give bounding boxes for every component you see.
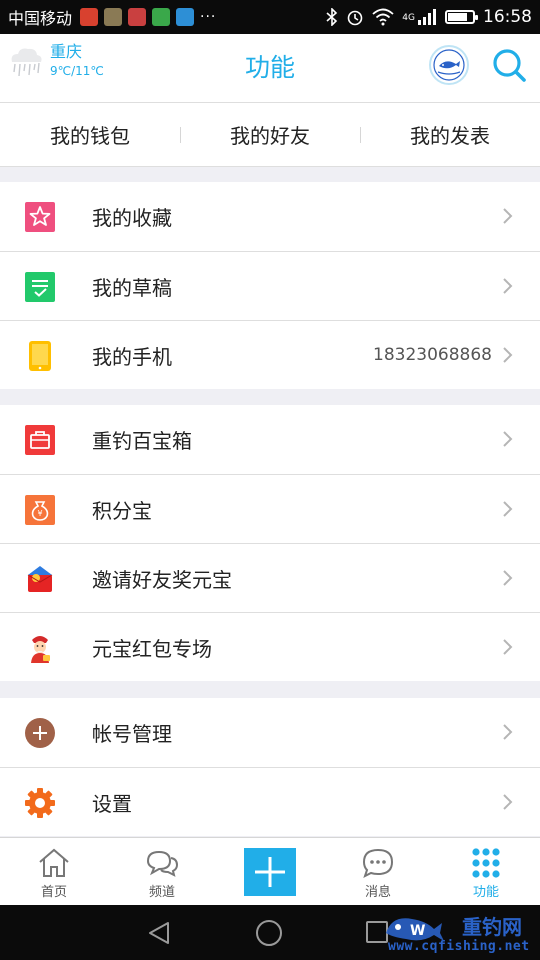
nav-label: 首页 (40, 885, 67, 900)
nav-channel[interactable]: 频道 (108, 838, 216, 906)
fishing-logo-icon[interactable] (429, 45, 469, 85)
grid-icon (468, 846, 504, 880)
tab-friends[interactable]: 我的好友 (180, 103, 360, 166)
red-envelope-icon (24, 563, 56, 595)
nav-add-button[interactable] (216, 838, 324, 906)
chevron-right-icon (503, 501, 513, 517)
nav-home[interactable]: 首页 (0, 838, 108, 906)
watermark-name: 重钓网 (462, 915, 522, 939)
menu-item-phone[interactable]: 我的手机 18323068868 (0, 320, 540, 389)
more-notifications-indicator: ··· (200, 9, 217, 25)
signal-icon (418, 9, 436, 25)
nav-label: 功能 (472, 885, 499, 900)
svg-text:W: W (410, 923, 425, 939)
watermark-url: www.cqfishing.net (388, 939, 530, 954)
quick-tabs: 我的钱包 我的好友 我的发表 (0, 103, 540, 167)
message-icon (360, 846, 396, 880)
menu-item-drafts[interactable]: 我的草稿 (0, 251, 540, 320)
menu-item-settings[interactable]: 设置 (0, 767, 540, 836)
menu-group-personal: 我的收藏 我的草稿 我的手机 18323068868 (0, 182, 540, 389)
menu-item-label: 重钓百宝箱 (92, 429, 192, 453)
search-button[interactable] (490, 46, 528, 84)
menu-item-label: 设置 (92, 791, 132, 816)
menu-item-favorites[interactable]: 我的收藏 (0, 182, 540, 251)
menu-item-invite-friends[interactable]: 邀请好友奖元宝 (0, 543, 540, 612)
menu-group-account: 帐号管理 设置 (0, 698, 540, 836)
wifi-icon (372, 8, 394, 26)
notification-app-icon (176, 8, 195, 26)
home-icon (36, 846, 72, 880)
clock: 16:58 (483, 7, 532, 27)
site-watermark: W 重钓网 www.cqfishing.net (382, 909, 540, 959)
network-type-label: 4G (402, 13, 415, 23)
menu-item-label: 邀请好友奖元宝 (92, 567, 232, 592)
nav-functions[interactable]: 功能 (432, 838, 540, 906)
menu-item-label: 帐号管理 (92, 722, 172, 746)
bluetooth-icon (326, 8, 338, 26)
channel-icon (144, 846, 180, 880)
toolbox-icon (24, 424, 56, 456)
tab-wallet[interactable]: 我的钱包 (0, 103, 180, 166)
phone-icon (24, 340, 56, 372)
menu-item-label: 元宝红包专场 (92, 636, 212, 661)
draft-icon (24, 271, 56, 303)
back-icon[interactable] (146, 920, 172, 946)
notification-app-icon (152, 8, 171, 26)
battery-icon (445, 10, 478, 24)
chevron-right-icon (503, 724, 513, 740)
add-icon (244, 848, 296, 896)
menu-item-toolbox[interactable]: 重钓百宝箱 (0, 405, 540, 474)
chevron-right-icon (503, 347, 513, 363)
menu-item-label: 我的手机 (92, 344, 172, 369)
menu-group-rewards: 重钓百宝箱 ¥ 积分宝 邀请好友奖元宝 元宝红包专场 (0, 405, 540, 681)
nav-label: 频道 (148, 885, 175, 900)
system-nav-bar: W 重钓网 www.cqfishing.net (0, 905, 540, 960)
carrier-label: 中国移动 (8, 9, 73, 28)
nav-messages[interactable]: 消息 (324, 838, 432, 906)
home-button-icon[interactable] (256, 920, 282, 946)
alarm-icon (347, 10, 363, 26)
chevron-right-icon (503, 431, 513, 447)
nav-label: 消息 (364, 885, 391, 900)
status-bar: 中国移动 ··· 4G 16:58 (0, 0, 540, 34)
menu-item-red-packet-event[interactable]: 元宝红包专场 (0, 612, 540, 681)
chevron-right-icon (503, 278, 513, 294)
search-icon (493, 49, 526, 82)
phone-number: 18323068868 (373, 345, 492, 365)
notification-app-icon (104, 8, 123, 26)
chevron-right-icon (503, 570, 513, 586)
notification-app-icon (80, 8, 99, 26)
chevron-right-icon (503, 208, 513, 224)
bottom-nav: 首页 频道 消息 功能 (0, 837, 540, 905)
menu-item-label: 积分宝 (92, 498, 152, 523)
notification-app-icon (128, 8, 147, 26)
gear-icon (24, 787, 56, 819)
chevron-right-icon (503, 639, 513, 655)
god-of-wealth-icon (24, 632, 56, 664)
menu-item-label: 我的草稿 (92, 275, 172, 300)
star-icon (24, 201, 56, 233)
app-header: 重庆 9℃/11℃ 功能 (0, 34, 540, 103)
plus-circle-icon (24, 717, 56, 749)
svg-text:¥: ¥ (37, 509, 42, 518)
tab-my-posts[interactable]: 我的发表 (360, 103, 540, 166)
menu-item-points[interactable]: ¥ 积分宝 (0, 474, 540, 543)
points-bag-icon: ¥ (24, 494, 56, 526)
chevron-right-icon (503, 794, 513, 810)
menu-item-account-management[interactable]: 帐号管理 (0, 698, 540, 767)
menu-item-label: 我的收藏 (92, 206, 172, 230)
